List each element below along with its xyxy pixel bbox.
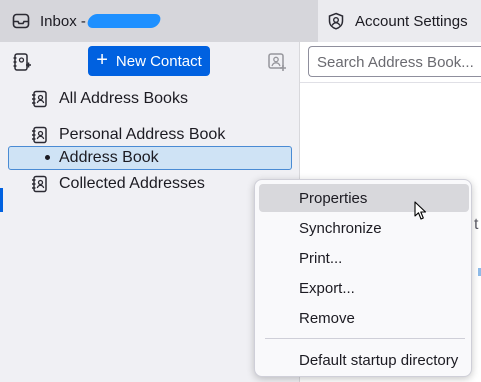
- sidebar-item-personal-address-book[interactable]: Personal Address Book: [0, 123, 299, 147]
- sidebar-item-label: Address Book: [59, 149, 159, 166]
- new-contact-label: New Contact: [115, 52, 202, 70]
- selection-indicator: [0, 188, 3, 212]
- address-book-icon: [31, 126, 48, 144]
- menu-item-label: Remove: [299, 309, 355, 327]
- tab-bar: Inbox - Account Settings: [0, 0, 481, 42]
- context-menu: Properties Synchronize Print... Export..…: [254, 179, 472, 377]
- sidebar-item-all-address-books[interactable]: All Address Books: [0, 87, 299, 111]
- address-book-icon: [31, 175, 48, 193]
- sidebar-item-label: All Address Books: [59, 90, 188, 107]
- menu-item-export[interactable]: Export...: [259, 274, 469, 302]
- menu-separator: [265, 338, 465, 339]
- address-book-window: Inbox - Account Settings + New Contact A…: [0, 0, 481, 382]
- partially-hidden-text: t: [474, 216, 479, 233]
- account-settings-icon: [327, 12, 345, 30]
- menu-item-label: Export...: [299, 279, 355, 297]
- bullet-icon: [45, 155, 50, 160]
- new-contact-button[interactable]: + New Contact: [88, 46, 210, 76]
- search-input[interactable]: [315, 47, 481, 78]
- sidebar-item-label: Collected Addresses: [59, 175, 205, 192]
- tab-account-settings[interactable]: Account Settings: [327, 0, 468, 42]
- sidebar-item-address-book[interactable]: Address Book: [8, 146, 292, 170]
- pane-divider: [300, 82, 481, 83]
- inbox-icon: [12, 12, 30, 30]
- tab-inbox[interactable]: Inbox -: [12, 0, 163, 42]
- new-contact-list-icon[interactable]: [266, 51, 288, 73]
- redacted-account-name: [85, 14, 163, 28]
- plus-icon: +: [96, 49, 108, 71]
- menu-item-label: Synchronize: [299, 219, 382, 237]
- address-book-icon: [31, 90, 48, 108]
- new-address-book-icon[interactable]: [11, 51, 33, 73]
- tab-inbox-label: Inbox -: [40, 12, 86, 30]
- menu-item-default-startup-directory[interactable]: Default startup directory: [259, 346, 469, 374]
- tab-account-settings-label: Account Settings: [355, 12, 468, 30]
- sidebar-item-label: Personal Address Book: [59, 126, 226, 143]
- menu-item-label: Default startup directory: [299, 351, 459, 369]
- search-box[interactable]: [308, 46, 481, 78]
- menu-item-properties[interactable]: Properties: [259, 184, 469, 212]
- menu-item-print[interactable]: Print...: [259, 244, 469, 272]
- menu-item-synchronize[interactable]: Synchronize: [259, 214, 469, 242]
- menu-item-label: Print...: [299, 249, 343, 267]
- menu-item-label: Properties: [299, 189, 368, 207]
- menu-item-remove[interactable]: Remove: [259, 304, 469, 332]
- mouse-cursor-icon: [414, 201, 428, 221]
